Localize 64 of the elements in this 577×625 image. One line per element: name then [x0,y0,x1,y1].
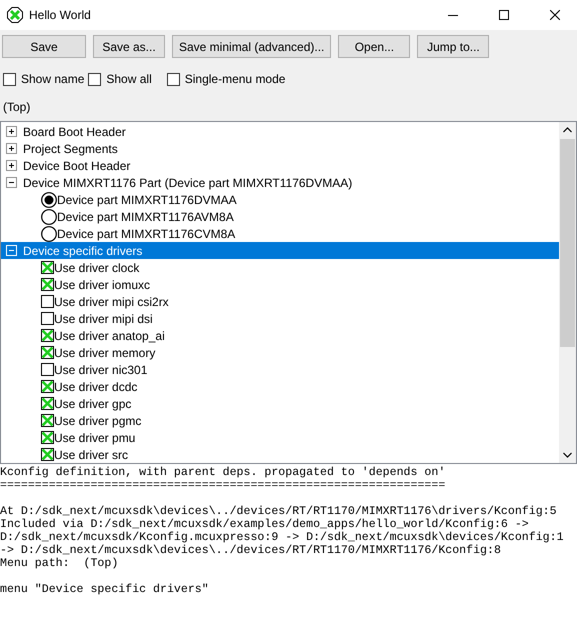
checkbox[interactable] [3,72,16,86]
radio-button[interactable] [41,208,57,224]
tree-item[interactable]: Use driver pgmc [1,412,559,429]
expand-icon[interactable] [6,126,17,137]
checkbox-label: Single-menu mode [184,72,286,86]
checkbox[interactable] [166,72,180,86]
toolbar-button[interactable]: Save [2,35,86,58]
tree-item[interactable]: Use driver anatop_ai [1,327,559,344]
checkbox[interactable] [41,363,54,376]
toolbar-button[interactable]: Open... [338,35,410,58]
tree-item[interactable]: Use driver memory [1,344,559,361]
checkbox[interactable] [88,72,102,86]
checkbox[interactable] [41,346,54,359]
checkbox[interactable] [41,414,54,427]
checkbox-label: Show name [21,72,84,86]
info-rule: ================================================================ [0,479,446,492]
info-line: D:/sdk_next/mcuxsdk/Kconfig.mcuxpresso:9 -> D:/sdk_next/mcuxsdk\devices/Kconfig:1 [0,531,565,544]
checkbox[interactable] [41,431,54,444]
info-heading: Kconfig definition, with parent deps. propagated to 'depends on' [0,466,446,479]
info-line: Included via D:/sdk_next/mcuxsdk/examples/demo_apps/hello_world/Kconfig:6 -> [0,518,530,531]
collapse-icon[interactable] [6,177,17,188]
tree-item[interactable]: Project Segments [1,140,559,157]
scrollbar[interactable] [559,122,576,463]
tree-item[interactable]: Use driver gpc [1,395,559,412]
tree-item[interactable]: Device specific drivers [1,242,559,259]
tree-item[interactable]: Device part MIMXRT1176DVMAA [1,191,559,208]
tree-item[interactable]: Use driver clock [1,259,559,276]
radio-button[interactable] [41,226,57,242]
tree-item[interactable]: Use driver src [1,446,559,463]
menu-path: (Top) [2,99,32,114]
toolbar-button[interactable]: Save minimal (advanced)... [172,35,332,58]
checkbox[interactable] [41,380,54,393]
tree-item[interactable]: Use driver nic301 [1,361,559,378]
tree-item[interactable]: Board Boot Header [1,123,559,140]
checkbox[interactable] [41,295,54,308]
tree-item[interactable]: Use driver pmu [1,429,559,446]
tree-item[interactable]: Use driver dcdc [1,378,559,395]
tree-item[interactable]: Device part MIMXRT1176CVM8A [1,225,559,242]
tree-item[interactable]: Use driver mipi csi2rx [1,293,559,310]
tree-item[interactable]: Use driver iomuxc [1,276,559,293]
checkbox-label: Show all [106,72,152,86]
checkbox[interactable] [41,397,54,410]
app-icon [7,7,23,23]
tree-item[interactable]: Device part MIMXRT1176AVM8A [1,208,559,225]
info-definition: menu "Device specific drivers" [0,583,210,596]
toolbar-button[interactable]: Save as... [93,35,165,58]
close-icon[interactable] [550,10,560,20]
maximize-icon[interactable] [498,10,508,20]
checkbox[interactable] [41,261,54,274]
toolbar-button[interactable]: Jump to... [417,35,490,58]
expand-icon[interactable] [6,143,17,154]
info-line: Menu path: (Top) [0,557,120,570]
checkbox[interactable] [41,278,54,291]
checkbox[interactable] [41,448,54,461]
tree-item[interactable]: Device Boot Header [1,157,559,174]
radio-button[interactable] [41,192,57,208]
window-title: Hello World [29,8,92,22]
expand-icon[interactable] [6,160,17,171]
checkbox[interactable] [41,312,54,325]
info-line: At D:/sdk_next/mcuxsdk\devices\../devices/RT/RT1170/MIMXRT1176\drivers/Kconfig:5 [0,505,558,518]
tree-item[interactable]: Use driver mipi dsi [1,310,559,327]
checkbox[interactable] [41,329,54,342]
tree-item[interactable]: Device MIMXRT1176 Part (Device part MIMXRT1176DVMAA) [1,174,559,191]
info-line: -> D:/sdk_next/mcuxsdk\devices\../devices/RT/RT1170/MIMXRT1176/Kconfig:8 [0,544,502,557]
